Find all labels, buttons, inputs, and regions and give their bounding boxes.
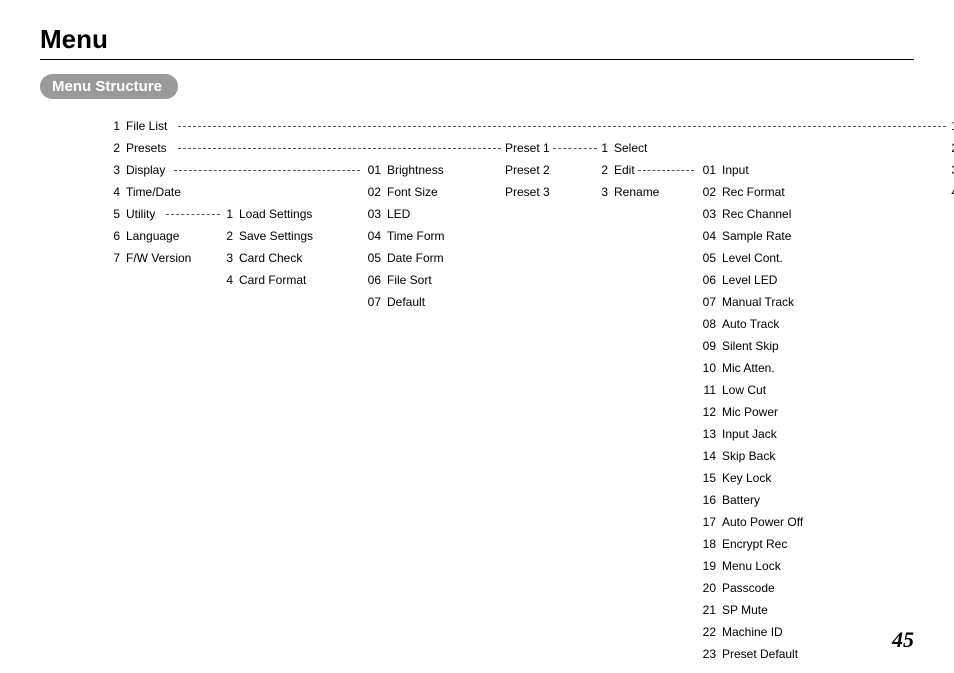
menu-item: 05Level Cont. (700, 247, 835, 269)
menu-item: 07Default (365, 291, 475, 313)
menu-item: 03LED (365, 203, 475, 225)
menu-item: 21SP Mute (700, 599, 835, 621)
menu-item: 02Rec Format (700, 181, 835, 203)
menu-item: 04Time Form (365, 225, 475, 247)
col-preset-action: 1Select 2Edit 3Rename (600, 137, 680, 203)
menu-item: 23Preset Default (700, 643, 835, 665)
menu-item: 03Rec Channel (700, 203, 835, 225)
menu-item: 20Passcode (700, 577, 835, 599)
menu-item: 1File List (110, 115, 205, 137)
menu-item: 1Load Settings (225, 203, 340, 225)
menu-item: 3Rename (600, 181, 680, 203)
dash-presets (178, 148, 501, 149)
menu-item: 22Machine ID (700, 621, 835, 643)
col-filelist: 1Play 2Information 3Rename 4Delete (950, 115, 954, 203)
menu-item: 06Level LED (700, 269, 835, 291)
menu-item: 3Card Check (225, 247, 340, 269)
menu-item: Preset 1 (505, 137, 565, 159)
dash-filelist (178, 126, 946, 127)
menu-item: 02Font Size (365, 181, 475, 203)
menu-item: 15Key Lock (700, 467, 835, 489)
col-display: 01Brightness 02Font Size 03LED 04Time Fo… (365, 159, 475, 313)
col-edit: 01Input 02Rec Format 03Rec Channel 04Sam… (700, 159, 835, 665)
section-heading: Menu Structure (40, 74, 178, 99)
menu-item: 3Display (110, 159, 205, 181)
menu-item: 2Edit (600, 159, 680, 181)
menu-item: 5Utility (110, 203, 205, 225)
menu-item: 3Rename (950, 159, 954, 181)
menu-item: 4Time/Date (110, 181, 205, 203)
title-rule (40, 59, 914, 60)
menu-item: 2Presets (110, 137, 205, 159)
menu-item: 01Brightness (365, 159, 475, 181)
menu-item: 12Mic Power (700, 401, 835, 423)
menu-item: 13Input Jack (700, 423, 835, 445)
menu-item: 14Skip Back (700, 445, 835, 467)
col-main: 1File List 2Presets 3Display 4Time/Date … (110, 115, 205, 269)
menu-item: 07Manual Track (700, 291, 835, 313)
page-title: Menu (40, 24, 914, 55)
menu-item: 4Delete (950, 181, 954, 203)
menu-item: 6Language (110, 225, 205, 247)
menu-item: 10Mic Atten. (700, 357, 835, 379)
menu-item: 7F/W Version (110, 247, 205, 269)
menu-item: 17Auto Power Off (700, 511, 835, 533)
menu-item: 1Select (600, 137, 680, 159)
menu-item: 4Card Format (225, 269, 340, 291)
menu-item: 01Input (700, 159, 835, 181)
menu-item: 05Date Form (365, 247, 475, 269)
menu-item: 2Information (950, 137, 954, 159)
menu-item: 19Menu Lock (700, 555, 835, 577)
menu-item: 18Encrypt Rec (700, 533, 835, 555)
menu-item: Preset 2 (505, 159, 565, 181)
col-utility: 1Load Settings 2Save Settings 3Card Chec… (225, 203, 340, 291)
menu-item: 11Low Cut (700, 379, 835, 401)
menu-item: 09Silent Skip (700, 335, 835, 357)
menu-item: 1Play (950, 115, 954, 137)
menu-item: 08Auto Track (700, 313, 835, 335)
menu-item: 04Sample Rate (700, 225, 835, 247)
col-presets: Preset 1 Preset 2 Preset 3 (505, 137, 565, 203)
page-number: 45 (892, 627, 914, 653)
menu-tree: 1File List 2Presets 3Display 4Time/Date … (110, 115, 914, 655)
menu-item: 16Battery (700, 489, 835, 511)
menu-item: Preset 3 (505, 181, 565, 203)
menu-item: 06File Sort (365, 269, 475, 291)
menu-item: 2Save Settings (225, 225, 340, 247)
